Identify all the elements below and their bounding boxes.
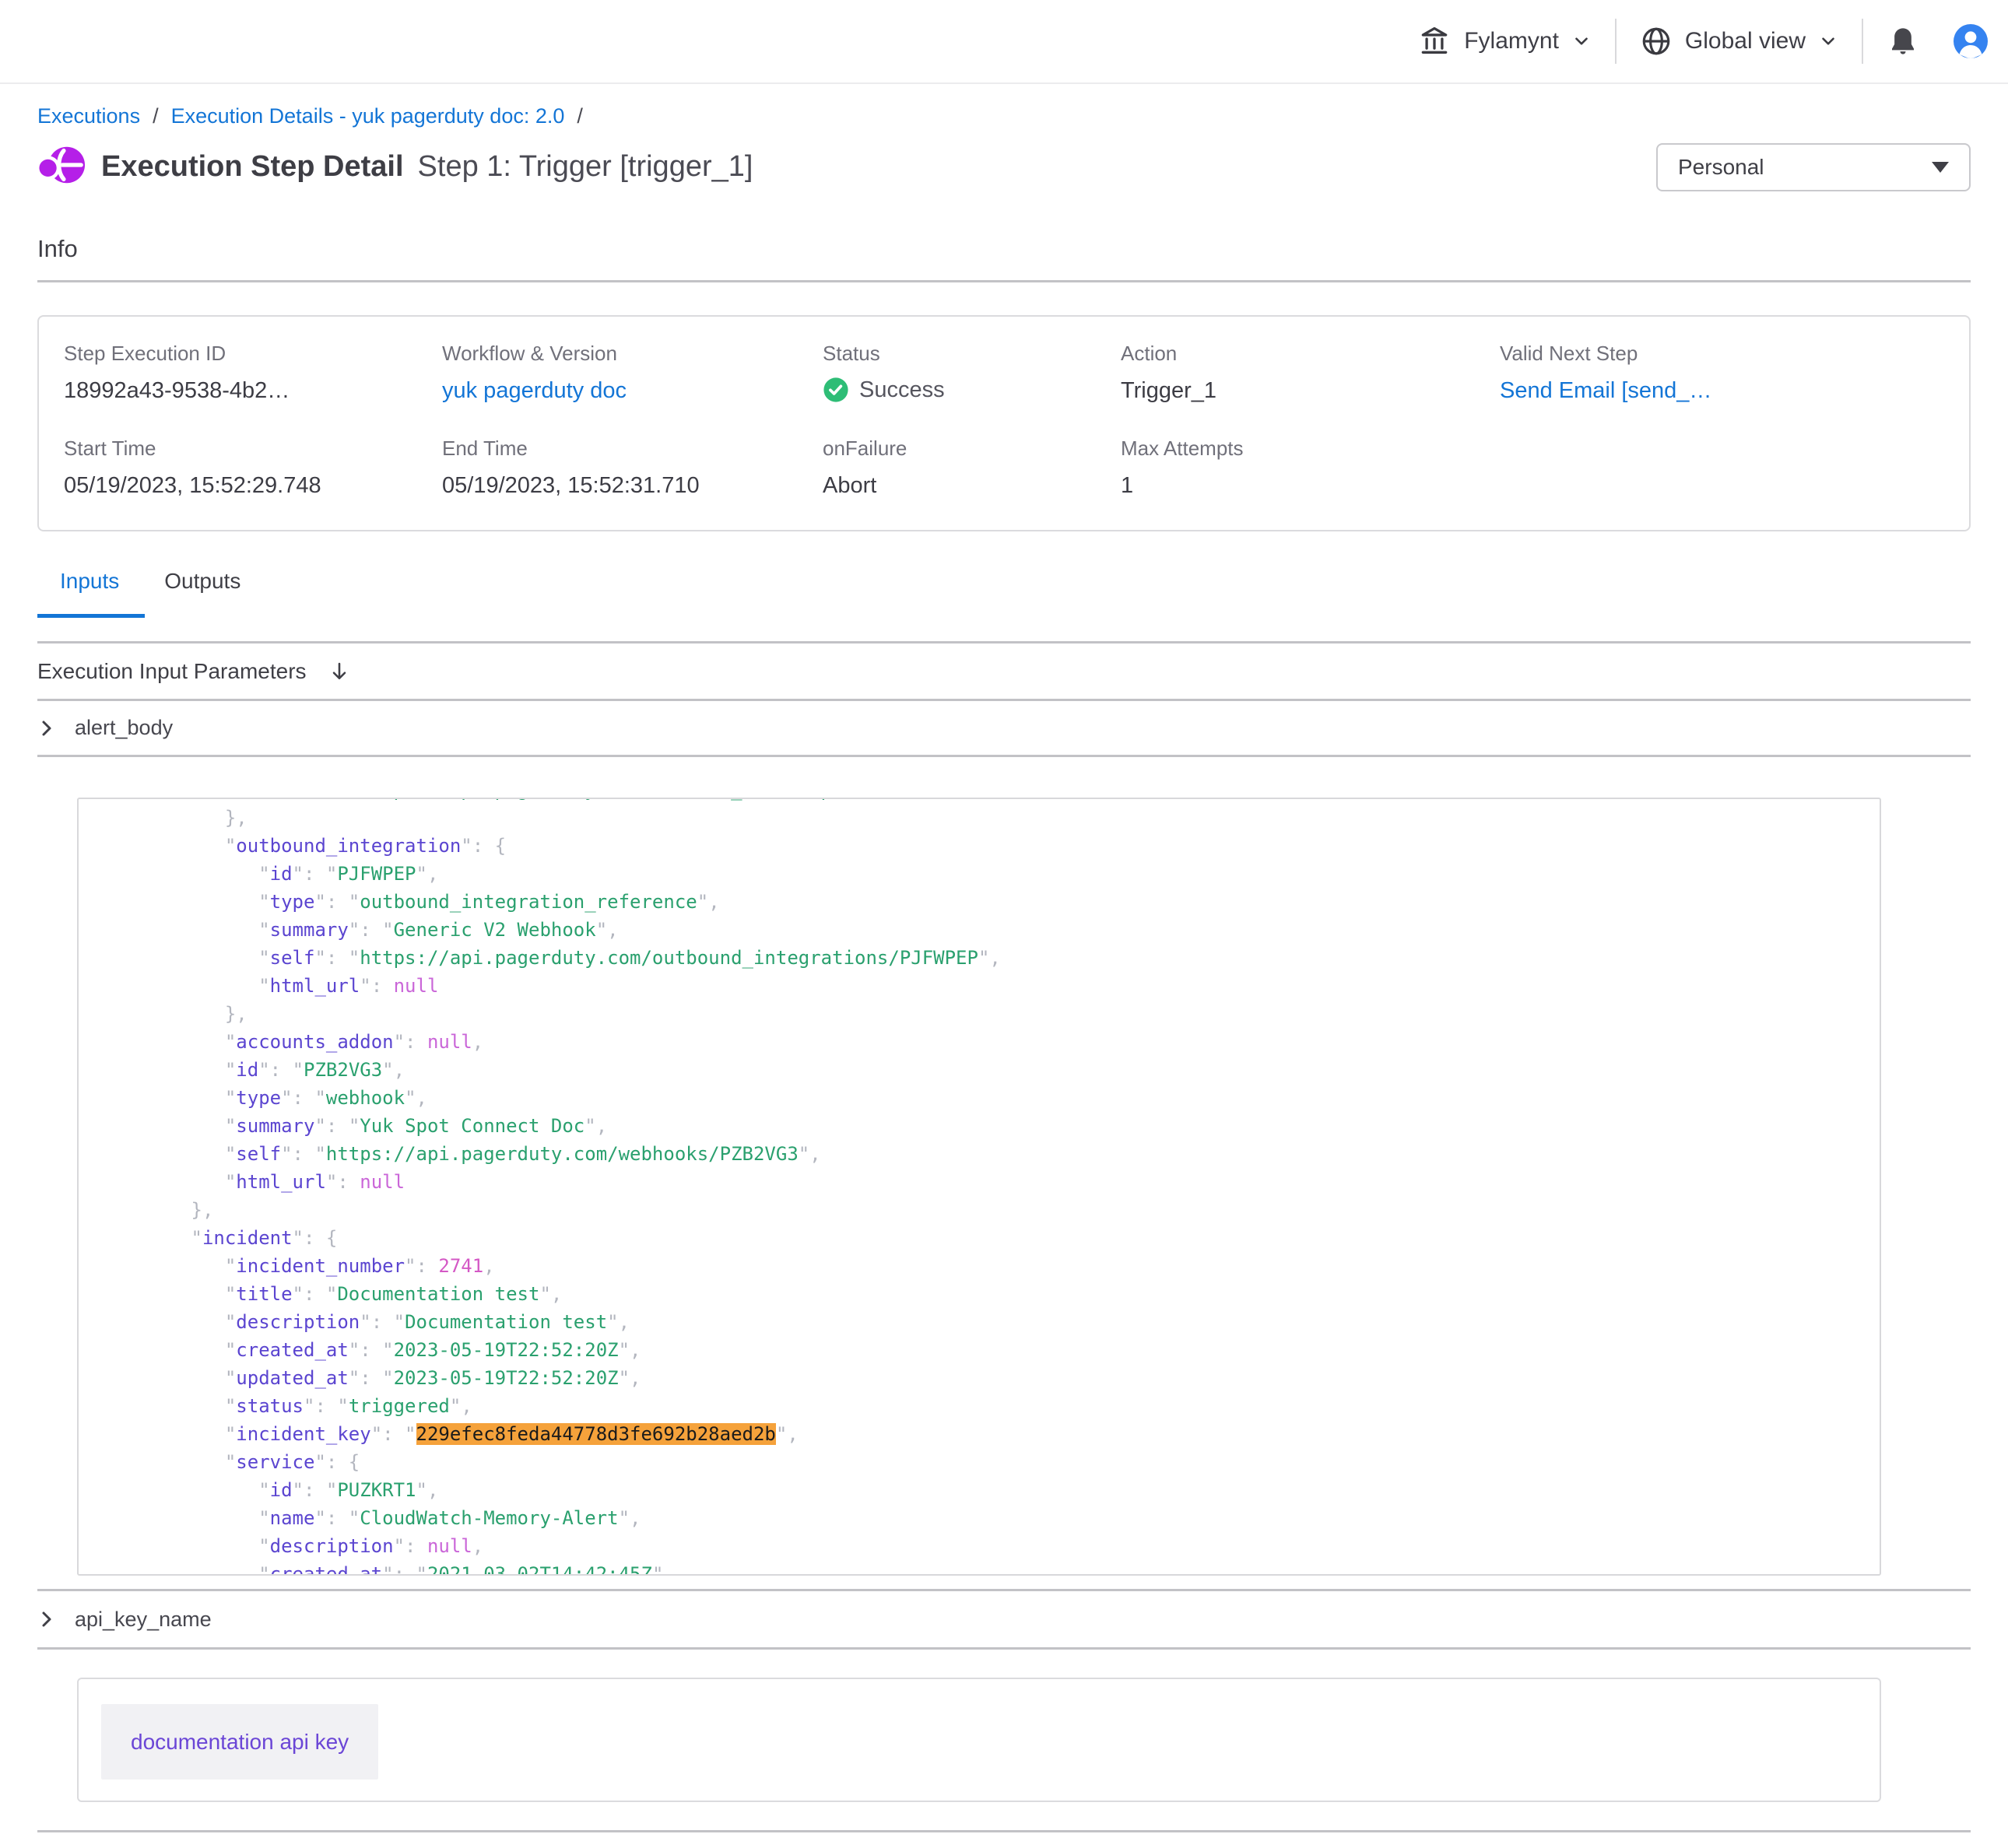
title-row: Execution Step Detail Step 1: Trigger [t… xyxy=(37,141,1971,193)
fylamynt-logo-icon xyxy=(37,141,86,193)
breadcrumb: Executions / Execution Details - yuk pag… xyxy=(37,104,1971,128)
field-value: Trigger_1 xyxy=(1121,378,1500,404)
api-key-name-chip: documentation api key xyxy=(101,1704,378,1780)
field-label: Step Execution ID xyxy=(64,342,442,366)
divider xyxy=(1615,19,1617,64)
divider xyxy=(37,280,1971,282)
field-label: Action xyxy=(1121,342,1500,366)
caret-down-icon xyxy=(1932,162,1949,173)
field-value: Abort xyxy=(823,473,1121,499)
field-value: 05/19/2023, 15:52:29.748 xyxy=(64,473,442,499)
info-field xyxy=(1500,437,1969,499)
tab-inputs[interactable]: Inputs xyxy=(37,569,142,594)
section-row-alert-body[interactable]: alert_body xyxy=(37,701,1971,757)
json-code: "self": "https://api.pagerduty.com/webho… xyxy=(79,798,1880,1576)
view-name: Global view xyxy=(1685,28,1806,54)
execution-input-parameters-row: Execution Input Parameters xyxy=(37,641,1971,701)
section-label: api_key_name xyxy=(75,1608,212,1632)
breadcrumb-separator: / xyxy=(153,104,159,128)
download-arrow-icon[interactable] xyxy=(328,661,350,682)
status-text: Success xyxy=(859,377,945,403)
field-label: Start Time xyxy=(64,437,442,461)
api-key-name-card: documentation api key xyxy=(77,1678,1881,1802)
breadcrumb-separator: / xyxy=(577,104,583,128)
breadcrumb-executions[interactable]: Executions xyxy=(37,104,140,128)
section-row-api-key-value[interactable]: api_key_value xyxy=(37,1830,1971,1848)
info-field: Valid Next Step Send Email [send_… xyxy=(1500,342,1969,404)
info-field: Workflow & Version yuk pagerduty doc xyxy=(442,342,823,404)
section-label: alert_body xyxy=(75,716,173,740)
field-value: 1 xyxy=(1121,473,1500,499)
info-card: Step Execution ID 18992a43-9538-4b2…Workf… xyxy=(37,315,1971,531)
active-tab-underline xyxy=(37,614,145,618)
field-value-link[interactable]: Send Email [send_… xyxy=(1500,378,1969,404)
field-label: Workflow & Version xyxy=(442,342,823,366)
field-label: End Time xyxy=(442,437,823,461)
success-check-icon xyxy=(823,377,849,403)
top-bar: Fylamynt Global view xyxy=(0,0,2008,84)
info-field: End Time 05/19/2023, 15:52:31.710 xyxy=(442,437,823,499)
field-label: Status xyxy=(823,342,1121,366)
org-name: Fylamynt xyxy=(1464,28,1559,54)
field-value-link[interactable]: yuk pagerduty doc xyxy=(442,378,823,404)
info-field: Start Time 05/19/2023, 15:52:29.748 xyxy=(64,437,442,499)
info-field: Step Execution ID 18992a43-9538-4b2… xyxy=(64,342,442,404)
info-heading: Info xyxy=(37,235,1971,263)
scope-select-value: Personal xyxy=(1678,155,1764,180)
breadcrumb-execution-details[interactable]: Execution Details - yuk pagerduty doc: 2… xyxy=(171,104,565,128)
tab-bar: InputsOutputs xyxy=(37,569,1971,594)
info-field: onFailure Abort xyxy=(823,437,1121,499)
scope-select[interactable]: Personal xyxy=(1656,143,1971,191)
field-value: 18992a43-9538-4b2… xyxy=(64,378,442,404)
view-switcher[interactable]: Global view xyxy=(1640,25,1838,58)
field-value: 05/19/2023, 15:52:31.710 xyxy=(442,473,823,499)
tab-outputs[interactable]: Outputs xyxy=(142,569,263,594)
divider xyxy=(1862,19,1863,64)
section-row-api-key-name[interactable]: api_key_name xyxy=(37,1589,1971,1650)
info-field: Max Attempts 1 xyxy=(1121,437,1500,499)
execution-input-parameters-label: Execution Input Parameters xyxy=(37,659,307,684)
bank-icon xyxy=(1417,24,1452,58)
info-field: Action Trigger_1 xyxy=(1121,342,1500,404)
chevron-down-icon xyxy=(1571,31,1592,51)
field-label: Valid Next Step xyxy=(1500,342,1969,366)
chevron-right-icon xyxy=(37,1610,56,1629)
field-label: Max Attempts xyxy=(1121,437,1500,461)
user-avatar[interactable] xyxy=(1952,23,1989,60)
globe-icon xyxy=(1640,25,1673,58)
page-title: Execution Step Detail xyxy=(101,150,404,184)
org-switcher[interactable]: Fylamynt xyxy=(1417,24,1592,58)
chevron-right-icon xyxy=(37,719,56,738)
info-field: Status Success xyxy=(823,342,1121,404)
chevron-down-icon xyxy=(1818,31,1838,51)
notifications-bell-icon[interactable] xyxy=(1887,25,1919,58)
page-subtitle: Step 1: Trigger [trigger_1] xyxy=(418,150,753,184)
status-badge: Success xyxy=(823,377,1121,403)
field-label: onFailure xyxy=(823,437,1121,461)
alert-body-json-viewer[interactable]: "self": "https://api.pagerduty.com/webho… xyxy=(77,798,1881,1576)
